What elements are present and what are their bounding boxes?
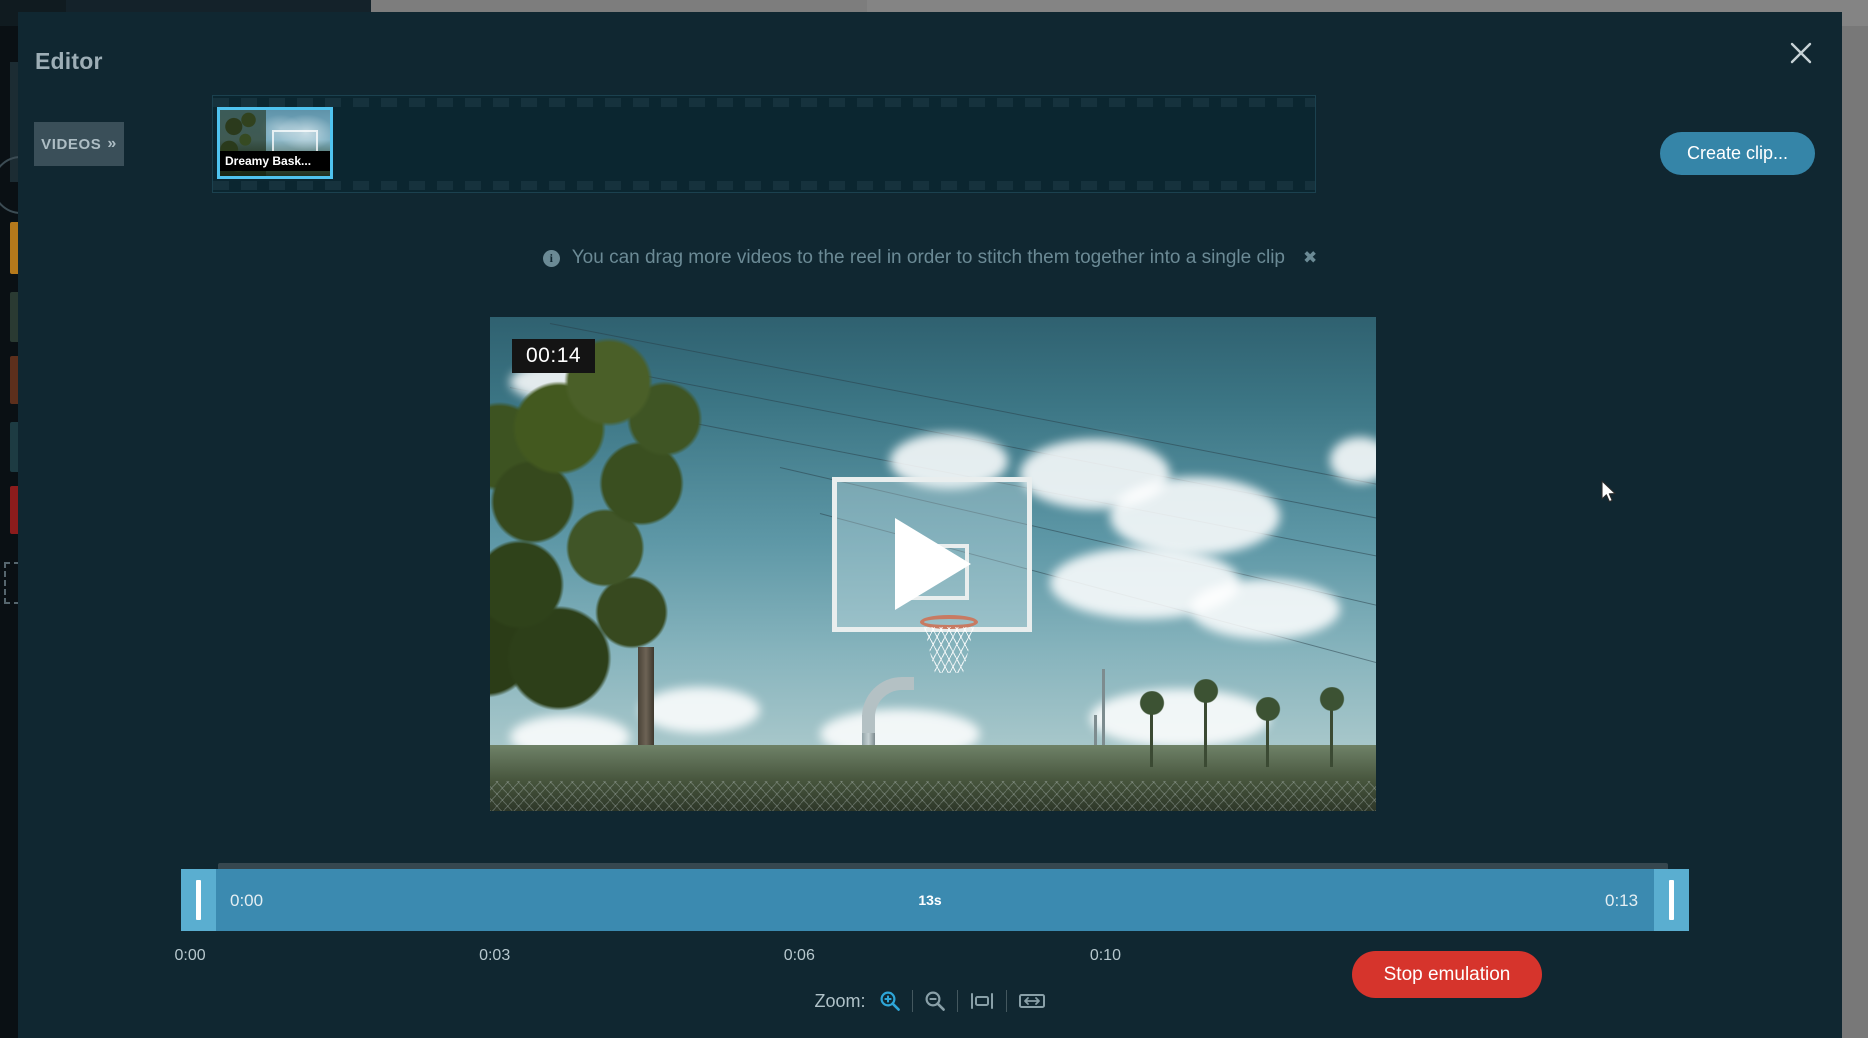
editor-modal: Editor VIDEOS » Dreamy Bask... Create cl… (18, 12, 1842, 1038)
fit-width-icon[interactable] (1018, 991, 1046, 1011)
video-player[interactable]: 00:14 (490, 317, 1376, 811)
basketball-net (924, 627, 974, 673)
palm-tree (1315, 687, 1349, 767)
videos-button-label: VIDEOS (41, 135, 102, 153)
reel-item-thumbnail[interactable]: Dreamy Bask... (217, 107, 333, 179)
stop-emulation-label: Stop emulation (1383, 963, 1511, 985)
modal-header: Editor (18, 12, 1842, 86)
cloud (1090, 689, 1270, 747)
toolbar-divider (911, 990, 913, 1012)
page-title: Editor (35, 48, 103, 74)
reel-strip[interactable]: Dreamy Bask... (212, 95, 1316, 193)
basketball-rim (920, 615, 978, 629)
play-icon[interactable] (895, 518, 971, 610)
info-hint-text: You can drag more videos to the reel in … (571, 247, 1285, 268)
palm-tree (1251, 697, 1285, 767)
close-icon[interactable] (1780, 32, 1822, 74)
zoom-out-icon[interactable] (924, 990, 946, 1012)
timeline-tick-label: 0:06 (783, 947, 815, 964)
timeline-tick-label: 0:00 (174, 947, 206, 964)
sprocket-holes-bottom (213, 181, 1315, 190)
double-chevron-right-icon: » (107, 135, 117, 152)
video-timestamp-badge: 00:14 (512, 339, 596, 373)
info-icon: i (542, 249, 560, 267)
palm-tree (1189, 679, 1223, 767)
videos-panel-toggle-button[interactable]: VIDEOS » (34, 122, 124, 166)
timeline-tick-label: 0:03 (479, 947, 511, 964)
background-right-strip (1842, 26, 1868, 1038)
dismiss-hint-icon[interactable]: ✖ (1303, 248, 1317, 268)
zoom-toolbar-label: Zoom: (814, 990, 866, 1011)
chain-link-fence (490, 781, 1376, 811)
timeline-duration-label: 13s (918, 892, 942, 908)
info-hint-row: i You can drag more videos to the reel i… (18, 247, 1842, 269)
zoom-toolbar: Zoom: (18, 990, 1842, 1012)
cloud (1190, 579, 1340, 639)
hoop-pole-bend (862, 677, 914, 733)
toolbar-divider (1005, 990, 1007, 1012)
zoom-in-icon[interactable] (879, 990, 901, 1012)
fit-window-icon[interactable] (969, 991, 995, 1011)
create-clip-button[interactable]: Create clip... (1659, 132, 1815, 175)
palm-tree (1135, 691, 1169, 767)
cloud (1110, 477, 1280, 555)
timeline-tick-label: 0:10 (1089, 947, 1121, 964)
toolbar-divider (956, 990, 958, 1012)
reel-item-label: Dreamy Bask... (220, 151, 330, 171)
create-clip-label: Create clip... (1686, 143, 1788, 163)
sprocket-holes-top (213, 98, 1315, 107)
